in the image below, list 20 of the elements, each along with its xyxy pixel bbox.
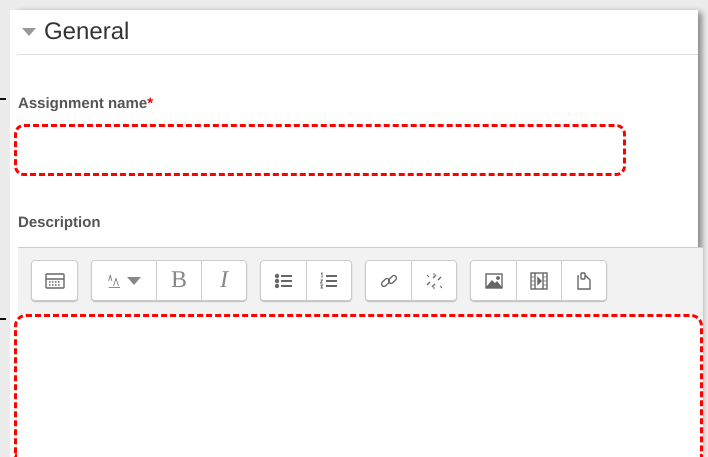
font-size-dropdown[interactable] [92,261,156,300]
input-field[interactable] [14,124,626,176]
field-label: Description [18,214,102,231]
collapse-caret-icon[interactable] [22,27,36,37]
toolbar-button[interactable] [261,261,306,300]
toolbar-button[interactable] [561,261,606,300]
keyboard-icon [44,270,66,290]
film-icon [528,270,550,290]
toolbar-button[interactable] [306,261,351,300]
required-marker: * [147,95,154,112]
image-icon [482,270,504,290]
toolbar-button[interactable] [471,261,516,300]
toolbar-button[interactable] [366,261,411,300]
toolbar-button[interactable] [516,261,561,300]
caret-icon [127,276,141,284]
bold-button[interactable]: B [156,261,201,300]
section-title: General [44,18,130,46]
field-label: Assignment name* [18,95,154,112]
italic-button[interactable]: I [201,261,246,300]
numbered-list-icon [318,270,340,290]
